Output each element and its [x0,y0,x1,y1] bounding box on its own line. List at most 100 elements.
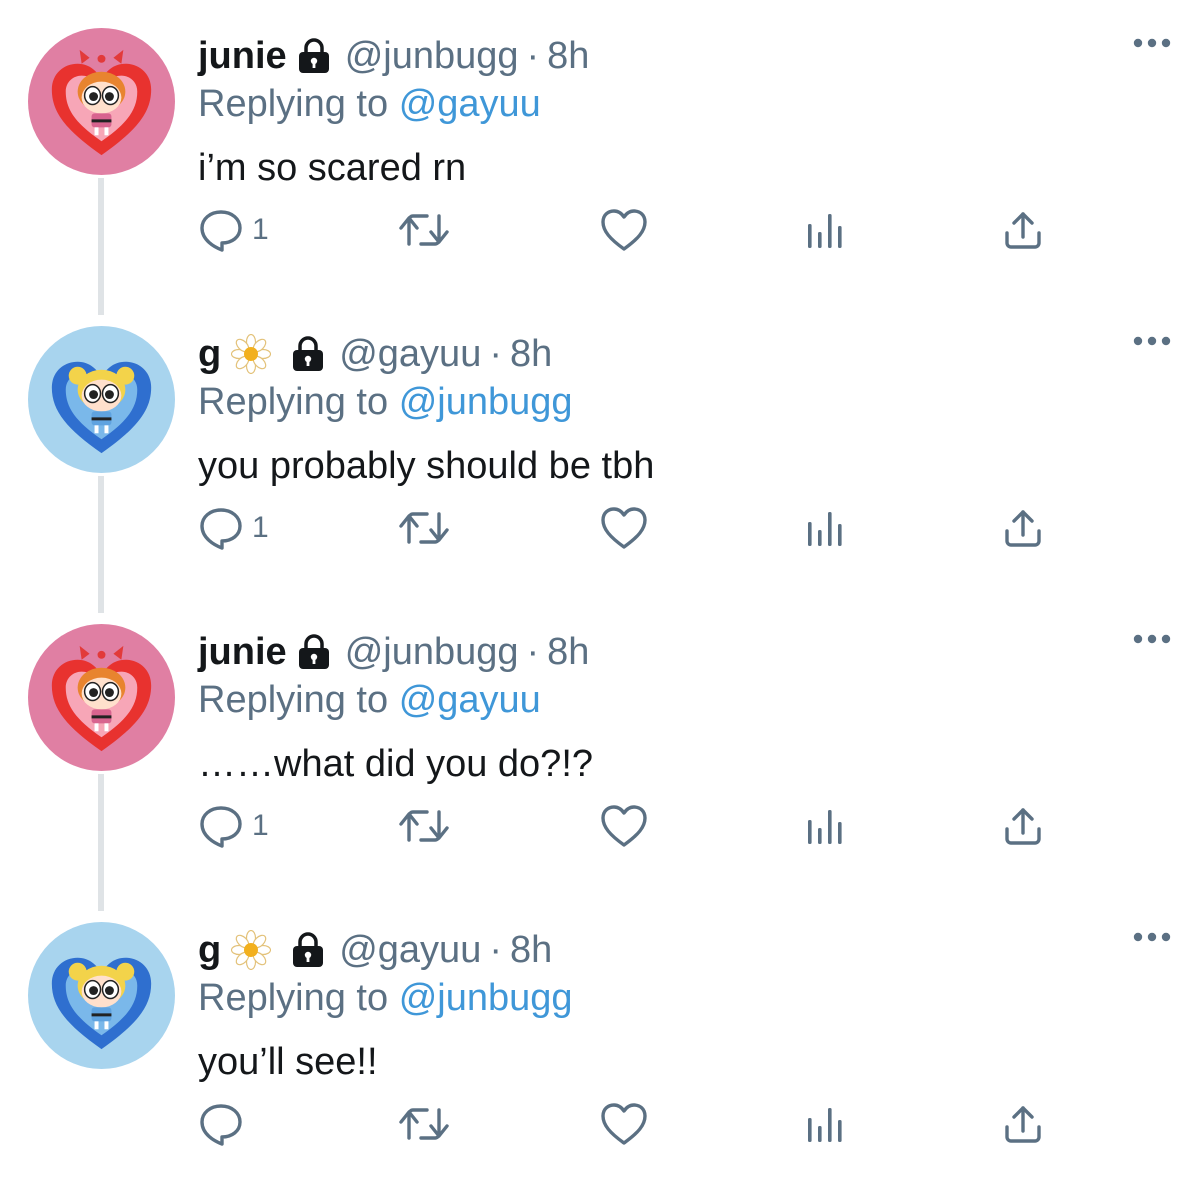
user-handle[interactable]: @junbugg [345,631,519,674]
share-upload-icon [1005,808,1041,845]
analytics-button[interactable] [804,200,844,260]
retweet-button[interactable] [398,498,450,558]
replying-to-label: Replying to [198,381,389,423]
retweet-arrows-icon [399,512,449,544]
daisy-flower-icon [231,334,272,374]
comment-bubble-icon [200,508,242,550]
like-button[interactable] [600,498,648,558]
share-button[interactable] [1002,200,1044,260]
bar-chart-icon [808,512,842,546]
display-name[interactable]: g [198,929,221,972]
ellipsis-icon [1133,634,1171,644]
avatar-blossom-heart[interactable] [28,28,175,175]
like-button[interactable] [600,200,648,260]
reply-count: 1 [252,809,269,842]
share-upload-icon [1005,212,1041,249]
comment-bubble-icon [200,210,242,252]
replying-to-label: Replying to [198,679,389,721]
like-button[interactable] [600,1094,648,1154]
replying-to: Replying to @junbugg [198,974,1160,1022]
display-name[interactable]: g [198,333,221,376]
display-name[interactable]: junie [198,631,287,674]
share-upload-icon [1005,1106,1041,1143]
analytics-button[interactable] [804,1094,844,1154]
timestamp[interactable]: 8h [547,35,589,78]
display-name[interactable]: junie [198,35,287,78]
tweet-content: g [198,922,1160,1086]
user-handle[interactable]: @gayuu [339,333,481,376]
replying-to-link[interactable]: @gayuu [399,679,541,721]
timestamp[interactable]: 8h [510,333,552,376]
bar-chart-icon [808,1108,842,1142]
separator-dot: · [526,34,540,77]
heart-outline-icon [601,805,647,847]
more-options-button[interactable] [1132,930,1172,948]
avatar-blossom-heart[interactable] [28,624,175,771]
heart-outline-icon [601,507,647,549]
analytics-button[interactable] [804,498,844,558]
share-button[interactable] [1002,1094,1044,1154]
replying-to: Replying to @junbugg [198,378,1160,426]
tweet-text: ……what did you do?!? [198,743,594,785]
tweet-header: junie @junbugg · 8h [198,28,1160,84]
more-options-button[interactable] [1132,334,1172,352]
share-upload-icon [1005,510,1041,547]
tweet-header: junie @junbugg · 8h [198,624,1160,680]
user-handle[interactable]: @junbugg [345,35,519,78]
timestamp[interactable]: 8h [547,631,589,674]
bar-chart-icon [808,214,842,248]
tweet-header: g @gayuu · 8h [198,326,1160,382]
more-options-button[interactable] [1132,632,1172,650]
replying-to-link[interactable]: @junbugg [399,977,573,1019]
like-button[interactable] [600,796,648,856]
replying-to-link[interactable]: @gayuu [399,83,541,125]
tweet-actions: 1 [198,498,1058,558]
daisy-flower-icon [231,930,272,970]
retweet-button[interactable] [398,1094,450,1154]
retweet-button[interactable] [398,200,450,260]
ellipsis-icon [1133,336,1171,346]
tweet-actions: 1 [198,200,1058,260]
bar-chart-icon [808,810,842,844]
share-button[interactable] [1002,796,1044,856]
separator-dot: · [489,928,502,971]
heart-outline-icon [601,209,647,251]
tweet-content: g [198,326,1160,490]
avatar-bubbles-heart[interactable] [28,326,175,473]
tweet-text: you’ll see!! [198,1041,378,1083]
lock-icon [295,37,333,75]
reply-count: 1 [252,213,269,246]
separator-dot: · [526,630,540,673]
lock-icon [289,931,327,969]
replying-to-label: Replying to [198,83,389,125]
more-options-button[interactable] [1132,36,1172,54]
tweet[interactable]: g [0,298,1200,596]
tweet-text: you probably should be tbh [198,445,655,487]
retweet-arrows-icon [399,214,449,246]
lock-icon [295,633,333,671]
timestamp[interactable]: 8h [510,929,552,972]
tweet-text: i’m so scared rn [198,147,467,189]
replying-to: Replying to @gayuu [198,80,1160,128]
analytics-button[interactable] [804,796,844,856]
reply-button[interactable]: 1 [198,498,269,558]
tweet-actions: 1 [198,796,1058,856]
tweet-content: junie @junbugg · 8h Replying to @gayuu [198,28,1160,192]
avatar-bubbles-heart[interactable] [28,922,175,1069]
share-button[interactable] [1002,498,1044,558]
tweet[interactable]: junie @junbugg · 8h Replying to @gayuu [0,0,1200,298]
retweet-button[interactable] [398,796,450,856]
ellipsis-icon [1133,38,1171,48]
tweet[interactable]: g [0,894,1200,1192]
replying-to: Replying to @gayuu [198,676,1160,724]
reply-count: 1 [252,511,269,544]
tweet-header: g @gayuu · 8h [198,922,1160,978]
user-handle[interactable]: @gayuu [339,929,481,972]
retweet-arrows-icon [399,810,449,842]
reply-button[interactable]: 1 [198,796,269,856]
tweet[interactable]: junie @junbugg · 8h Replying to @gayuu [0,596,1200,894]
replying-to-link[interactable]: @junbugg [399,381,573,423]
reply-button[interactable]: 1 [198,200,269,260]
ellipsis-icon [1133,932,1171,942]
reply-button[interactable] [198,1094,252,1154]
